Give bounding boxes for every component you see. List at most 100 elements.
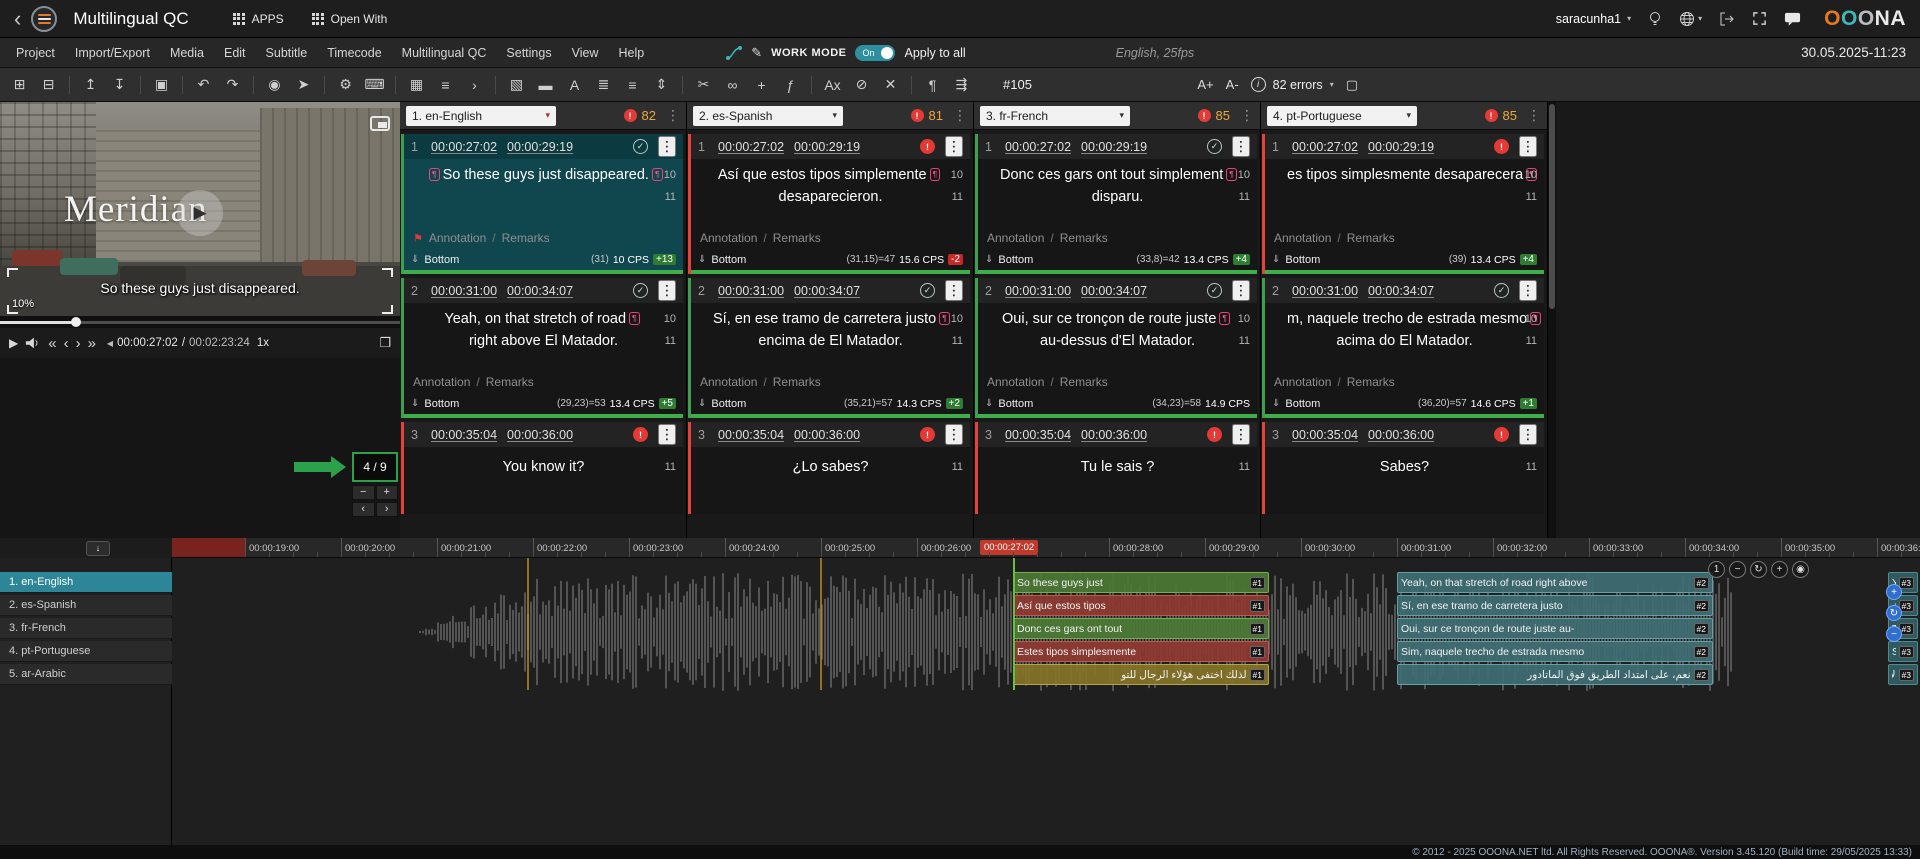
timeline-subtitle-block[interactable]: So these guys just#1 bbox=[1013, 572, 1269, 593]
end-timecode[interactable]: 00:00:29:19 bbox=[1368, 140, 1434, 154]
zoom-in-button[interactable]: + bbox=[1771, 561, 1788, 578]
menu-item-import-export[interactable]: Import/Export bbox=[65, 38, 160, 67]
column-menu-button[interactable]: ⋮ bbox=[1240, 107, 1254, 124]
start-timecode[interactable]: 00:00:31:00 bbox=[1005, 284, 1071, 298]
volume-button[interactable] bbox=[25, 336, 41, 350]
next-subtitle-button[interactable]: » bbox=[88, 335, 96, 352]
exit-button[interactable] bbox=[1719, 11, 1735, 27]
visibility-button[interactable]: ◉ bbox=[1792, 561, 1809, 578]
subtitle-card[interactable]: 300:00:35:0400:00:36:00!⋮You know it?11 bbox=[401, 422, 683, 514]
check-status-icon[interactable]: ✓ bbox=[920, 283, 935, 298]
connector-icon[interactable] bbox=[726, 46, 742, 60]
check-status-icon[interactable]: ✓ bbox=[1207, 283, 1222, 298]
player-fullscreen-button[interactable]: ❒ bbox=[379, 335, 391, 351]
video-player[interactable]: Meridian ▶ So these guys just disappeare… bbox=[0, 102, 400, 316]
timeline-track-label[interactable]: 2. es-Spanish bbox=[0, 595, 172, 616]
card-menu-button[interactable]: ⋮ bbox=[1232, 280, 1250, 301]
card-menu-button[interactable]: ⋮ bbox=[945, 424, 963, 445]
column-menu-button[interactable]: ⋮ bbox=[666, 107, 680, 124]
card-menu-button[interactable]: ⋮ bbox=[658, 136, 676, 157]
card-menu-button[interactable]: ⋮ bbox=[1519, 280, 1537, 301]
card-menu-button[interactable]: ⋮ bbox=[1519, 424, 1537, 445]
annotation-tab[interactable]: Annotation bbox=[1274, 231, 1331, 245]
start-timecode[interactable]: 00:00:27:02 bbox=[718, 140, 784, 154]
start-timecode[interactable]: 00:00:35:04 bbox=[1292, 428, 1358, 442]
language-select[interactable]: 3. fr-French▾ bbox=[980, 106, 1130, 126]
edge-refresh-button[interactable]: ↻ bbox=[1886, 605, 1902, 621]
playback-speed[interactable]: 1x bbox=[257, 337, 269, 349]
add-subtitle-icon[interactable]: + bbox=[748, 72, 775, 98]
work-mode-toggle[interactable]: On bbox=[855, 45, 895, 61]
clear-formatting-icon[interactable]: Ax bbox=[819, 72, 846, 98]
zoom-reset-button[interactable]: ↻ bbox=[1750, 561, 1767, 578]
column-menu-button[interactable]: ⋮ bbox=[953, 107, 967, 124]
subtitle-text-area[interactable]: es tipos simplesmente desaparecera¶1011 bbox=[1265, 159, 1544, 227]
timeline-canvas[interactable]: So these guys just#1Yeah, on that stretc… bbox=[172, 558, 1920, 845]
remarks-tab[interactable]: Remarks bbox=[1060, 375, 1108, 389]
subtitle-card[interactable]: 100:00:27:0200:00:29:19✓⋮Donc ces gars o… bbox=[975, 134, 1257, 274]
annotation-tab[interactable]: Annotation bbox=[413, 375, 470, 389]
error-status-icon[interactable]: ! bbox=[1494, 139, 1509, 154]
pip-icon[interactable] bbox=[370, 116, 390, 131]
timeline-subtitle-block[interactable]: Oui, sur ce tronçon de route juste au-#2 bbox=[1397, 618, 1713, 639]
timeline-subtitle-block[interactable]: نعم، على امتداد الطريق فوق الماتادور#2 bbox=[1397, 664, 1713, 685]
end-timecode[interactable]: 00:00:34:07 bbox=[1081, 284, 1147, 298]
italics-icon[interactable]: ƒ bbox=[777, 72, 804, 98]
subtitle-card[interactable]: 100:00:27:0200:00:29:19✓⋮¶So these guys … bbox=[401, 134, 683, 274]
timeline-subtitle-block[interactable]: Sa#3 bbox=[1888, 641, 1918, 662]
close-icon[interactable]: ✕ bbox=[877, 72, 904, 98]
subtitle-text-area[interactable]: ¿Lo sabes?11 bbox=[691, 447, 970, 514]
menu-item-subtitle[interactable]: Subtitle bbox=[256, 38, 318, 67]
menu-item-timecode[interactable]: Timecode bbox=[317, 38, 391, 67]
subtitle-text-area[interactable]: Sí, en ese tramo de carretera justo¶10en… bbox=[691, 303, 970, 371]
line-spacing-icon[interactable]: ⇕ bbox=[648, 72, 675, 98]
frame-back-button[interactable]: ‹ bbox=[64, 335, 69, 352]
language-select[interactable]: 4. pt-Portuguese▾ bbox=[1267, 106, 1417, 126]
duplicate-icon[interactable]: ▣ bbox=[148, 72, 175, 98]
end-timecode[interactable]: 00:00:34:07 bbox=[507, 284, 573, 298]
timeline-collapse-button[interactable]: ↓ bbox=[86, 541, 110, 556]
timeline-subtitle-block[interactable]: Estes tipos simplesmente#1 bbox=[1013, 641, 1269, 662]
remarks-tab[interactable]: Remarks bbox=[773, 375, 821, 389]
menu-item-media[interactable]: Media bbox=[160, 38, 214, 67]
error-status-icon[interactable]: ! bbox=[1494, 427, 1509, 442]
subtitle-card[interactable]: 200:00:31:0000:00:34:07✓⋮Sí, en ese tram… bbox=[688, 278, 970, 418]
split-subtitle-icon[interactable]: ✂ bbox=[690, 72, 717, 98]
end-timecode[interactable]: 00:00:36:00 bbox=[1081, 428, 1147, 442]
end-timecode[interactable]: 00:00:34:07 bbox=[794, 284, 860, 298]
end-timecode[interactable]: 00:00:34:07 bbox=[1368, 284, 1434, 298]
timeline-subtitle-block[interactable]: Donc ces gars ont tout#1 bbox=[1013, 618, 1269, 639]
goto-icon[interactable]: ➤ bbox=[290, 72, 317, 98]
timeline-subtitle-block[interactable]: Así que estos tipos#1 bbox=[1013, 595, 1269, 616]
show-formatting-icon[interactable]: ¶ bbox=[919, 72, 946, 98]
edge-zoom-out-button[interactable]: − bbox=[1886, 626, 1902, 642]
card-menu-button[interactable]: ⋮ bbox=[1519, 136, 1537, 157]
pager-next-button[interactable]: › bbox=[376, 502, 399, 517]
timeline-track-label[interactable]: 4. pt-Portuguese bbox=[0, 641, 172, 662]
menu-item-view[interactable]: View bbox=[562, 38, 609, 67]
scrollbar-thumb[interactable] bbox=[1549, 104, 1555, 309]
ooona-logo-icon[interactable] bbox=[31, 6, 57, 32]
subtitle-text-area[interactable]: Así que estos tipos simplemente¶10desapa… bbox=[691, 159, 970, 227]
search-icon[interactable]: ◉ bbox=[261, 72, 288, 98]
subtitle-card[interactable]: 100:00:27:0200:00:29:19!⋮Así que estos t… bbox=[688, 134, 970, 274]
selection-grid-button[interactable]: ▢ bbox=[1346, 77, 1358, 93]
annotation-tab[interactable]: Annotation bbox=[987, 231, 1044, 245]
subtitle-text-area[interactable]: Sabes?11 bbox=[1265, 447, 1544, 514]
end-timecode[interactable]: 00:00:36:00 bbox=[794, 428, 860, 442]
frame-forward-button[interactable]: › bbox=[76, 335, 81, 352]
back-button[interactable]: ‹ bbox=[14, 9, 21, 29]
font-decrease-button[interactable]: A- bbox=[1226, 77, 1239, 92]
shortcuts-icon[interactable]: ⌨ bbox=[361, 72, 388, 98]
end-timecode[interactable]: 00:00:36:00 bbox=[507, 428, 573, 442]
remarks-tab[interactable]: Remarks bbox=[1347, 375, 1395, 389]
card-menu-button[interactable]: ⋮ bbox=[945, 136, 963, 157]
menu-item-project[interactable]: Project bbox=[6, 38, 65, 67]
new-project-icon[interactable]: ⊞ bbox=[6, 72, 33, 98]
pager-prev-button[interactable]: ‹ bbox=[352, 502, 375, 517]
user-menu[interactable]: saracunha1 ▾ bbox=[1556, 12, 1631, 26]
undo-icon[interactable]: ↶ bbox=[190, 72, 217, 98]
start-timecode[interactable]: 00:00:31:00 bbox=[718, 284, 784, 298]
error-status-icon[interactable]: ! bbox=[633, 427, 648, 442]
timeline-subtitle-block[interactable]: لا#3 bbox=[1888, 664, 1918, 685]
